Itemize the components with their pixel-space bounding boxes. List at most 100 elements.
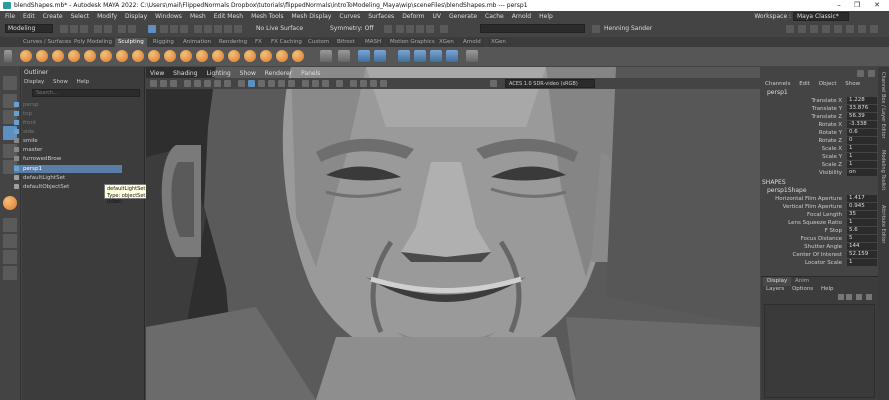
shelf-tab-rigging[interactable]: Rigging bbox=[150, 38, 177, 47]
live-surface-label[interactable]: No Live Surface bbox=[256, 25, 303, 32]
color-management-icon[interactable] bbox=[490, 80, 497, 87]
grid-icon[interactable] bbox=[194, 80, 201, 87]
snap-curve-icon[interactable] bbox=[204, 25, 212, 33]
layer-tab-anim[interactable]: Anim bbox=[791, 277, 813, 286]
open-scene-icon[interactable] bbox=[70, 25, 78, 33]
camera-lock-icon[interactable] bbox=[160, 80, 167, 87]
viewport-menu-shading[interactable]: Shading bbox=[173, 70, 197, 77]
menu-cache[interactable]: Cache bbox=[485, 13, 504, 20]
attr-translate-y[interactable]: Translate Y 33.876 bbox=[762, 105, 877, 113]
shelf-tab-arnold[interactable]: Arnold bbox=[460, 38, 484, 47]
bookmarks-icon[interactable] bbox=[170, 80, 177, 87]
blend-shape-icon[interactable] bbox=[398, 50, 410, 62]
attribute-editor-icon[interactable] bbox=[810, 25, 818, 33]
wireframe-on-shaded-icon[interactable] bbox=[258, 80, 265, 87]
undo-icon[interactable] bbox=[94, 25, 102, 33]
mask-icon[interactable] bbox=[338, 50, 350, 62]
select-tool-icon[interactable] bbox=[3, 76, 17, 90]
wax-tool-icon[interactable] bbox=[180, 50, 192, 62]
shelf-tab-animation[interactable]: Animation bbox=[180, 38, 215, 47]
shelf-tab-motion-graphics[interactable]: Motion Graphics bbox=[387, 38, 438, 47]
persp-graph-layout-icon[interactable] bbox=[3, 266, 17, 280]
snap-view-icon[interactable] bbox=[224, 25, 232, 33]
symmetry-label[interactable]: Symmetry: Off bbox=[330, 25, 373, 32]
select-hierarchy-icon[interactable] bbox=[118, 25, 126, 33]
relax-tool-icon[interactable] bbox=[52, 50, 64, 62]
menu-mesh-tools[interactable]: Mesh Tools bbox=[251, 13, 283, 20]
shelf-tab-bifrost[interactable]: Bifrost bbox=[334, 38, 358, 47]
shelf-options-icon[interactable] bbox=[4, 50, 12, 62]
shape-editor-icon[interactable] bbox=[414, 50, 426, 62]
image-plane-icon[interactable] bbox=[184, 80, 191, 87]
menu-mesh[interactable]: Mesh bbox=[190, 13, 206, 20]
outliner-menu-help[interactable]: Help bbox=[77, 79, 90, 85]
attr-rotate-y[interactable]: Rotate Y 0.6 bbox=[762, 129, 877, 137]
persp-outliner-layout-icon[interactable] bbox=[3, 250, 17, 264]
outliner-menu-display[interactable]: Display bbox=[24, 79, 44, 85]
isolate-select-icon[interactable] bbox=[350, 80, 357, 87]
channel-box-menu-show[interactable]: Show bbox=[845, 81, 860, 87]
close-button[interactable]: ✕ bbox=[870, 0, 884, 11]
character-controls-icon[interactable] bbox=[798, 25, 806, 33]
outliner-item[interactable]: front bbox=[14, 119, 122, 127]
side-tab-attribute-editor[interactable]: Attribute Editor bbox=[880, 205, 886, 243]
symmetry-icon[interactable] bbox=[358, 50, 370, 62]
freeze-tool-icon[interactable] bbox=[292, 50, 304, 62]
shelf-tab-fx[interactable]: FX bbox=[252, 38, 265, 47]
channel-box-pin-icon[interactable] bbox=[857, 70, 864, 77]
single-perspective-layout-icon[interactable] bbox=[3, 218, 17, 232]
four-view-layout-icon[interactable] bbox=[3, 234, 17, 248]
ambient-occlusion-icon[interactable] bbox=[302, 80, 309, 87]
repeat-tool-icon[interactable] bbox=[148, 50, 160, 62]
attr-scale-y[interactable]: Scale Y1 bbox=[762, 153, 877, 161]
workspace-dropdown[interactable]: Maya Classic* bbox=[793, 12, 849, 21]
imprint-tool-icon[interactable] bbox=[164, 50, 176, 62]
layout-icon[interactable] bbox=[858, 25, 866, 33]
layer-tab-display[interactable]: Display bbox=[763, 277, 792, 286]
layer-menu-options[interactable]: Options bbox=[792, 286, 813, 292]
attr-visibility[interactable]: Visibility on bbox=[762, 169, 877, 177]
outliner-icon[interactable] bbox=[846, 25, 854, 33]
menu-select[interactable]: Select bbox=[71, 13, 90, 20]
new-empty-layer-icon[interactable] bbox=[856, 294, 862, 300]
layer-list[interactable] bbox=[764, 304, 875, 398]
mirror-icon[interactable] bbox=[466, 50, 478, 62]
snap-surface-icon[interactable] bbox=[234, 25, 242, 33]
anti-aliasing-icon[interactable] bbox=[322, 80, 329, 87]
add-target-icon[interactable] bbox=[446, 50, 458, 62]
knife-tool-icon[interactable] bbox=[228, 50, 240, 62]
channel-box-icon[interactable] bbox=[834, 25, 842, 33]
snap-grid-icon[interactable] bbox=[194, 25, 202, 33]
viewport-menu-show[interactable]: Show bbox=[240, 70, 256, 77]
save-scene-icon[interactable] bbox=[80, 25, 88, 33]
shelf-tab-fx-caching[interactable]: FX Caching bbox=[268, 38, 305, 47]
attr-f-stop[interactable]: F Stop 5.6 bbox=[762, 227, 877, 235]
new-layer-from-selection-icon[interactable] bbox=[866, 294, 872, 300]
smooth-shade-icon[interactable] bbox=[248, 80, 255, 87]
shelf-tab-xgen-2[interactable]: XGen bbox=[488, 38, 509, 47]
modeling-toolkit-icon[interactable] bbox=[786, 25, 794, 33]
outliner-search-input[interactable]: Search... bbox=[32, 89, 140, 97]
flatten-tool-icon[interactable] bbox=[100, 50, 112, 62]
shelf-tab-curves-surfaces[interactable]: Curves / Surfaces bbox=[20, 38, 75, 47]
foamy-tool-icon[interactable] bbox=[116, 50, 128, 62]
panel-icon[interactable] bbox=[870, 25, 878, 33]
attr-horizontal-film-aperture[interactable]: Horizontal Film Aperture 1.417 bbox=[762, 195, 877, 203]
minimize-button[interactable]: – bbox=[832, 0, 846, 11]
render-settings-icon[interactable] bbox=[416, 25, 424, 33]
input-line-icon[interactable] bbox=[440, 25, 448, 33]
menu-modify[interactable]: Modify bbox=[97, 13, 117, 20]
attr-translate-z[interactable]: Translate Z 56.39 bbox=[762, 113, 877, 121]
shelf-tab-custom[interactable]: Custom bbox=[305, 38, 333, 47]
shadows-icon[interactable] bbox=[288, 80, 295, 87]
smooth-tool-icon[interactable] bbox=[36, 50, 48, 62]
shelf-tab-xgen[interactable]: XGen bbox=[436, 38, 457, 47]
attr-translate-x[interactable]: Translate X 1.228 bbox=[762, 97, 877, 105]
shelf-tab-rendering[interactable]: Rendering bbox=[216, 38, 251, 47]
shelf-tab-sculpting[interactable]: Sculpting bbox=[115, 38, 147, 47]
attr-focal-length[interactable]: Focal Length 35 bbox=[762, 211, 877, 219]
use-all-lights-icon[interactable] bbox=[278, 80, 285, 87]
attr-vertical-film-aperture[interactable]: Vertical Film Aperture 0.945 bbox=[762, 203, 877, 211]
spray-tool-icon[interactable] bbox=[132, 50, 144, 62]
attr-lens-squeeze-ratio[interactable]: Lens Squeeze Ratio 1 bbox=[762, 219, 877, 227]
